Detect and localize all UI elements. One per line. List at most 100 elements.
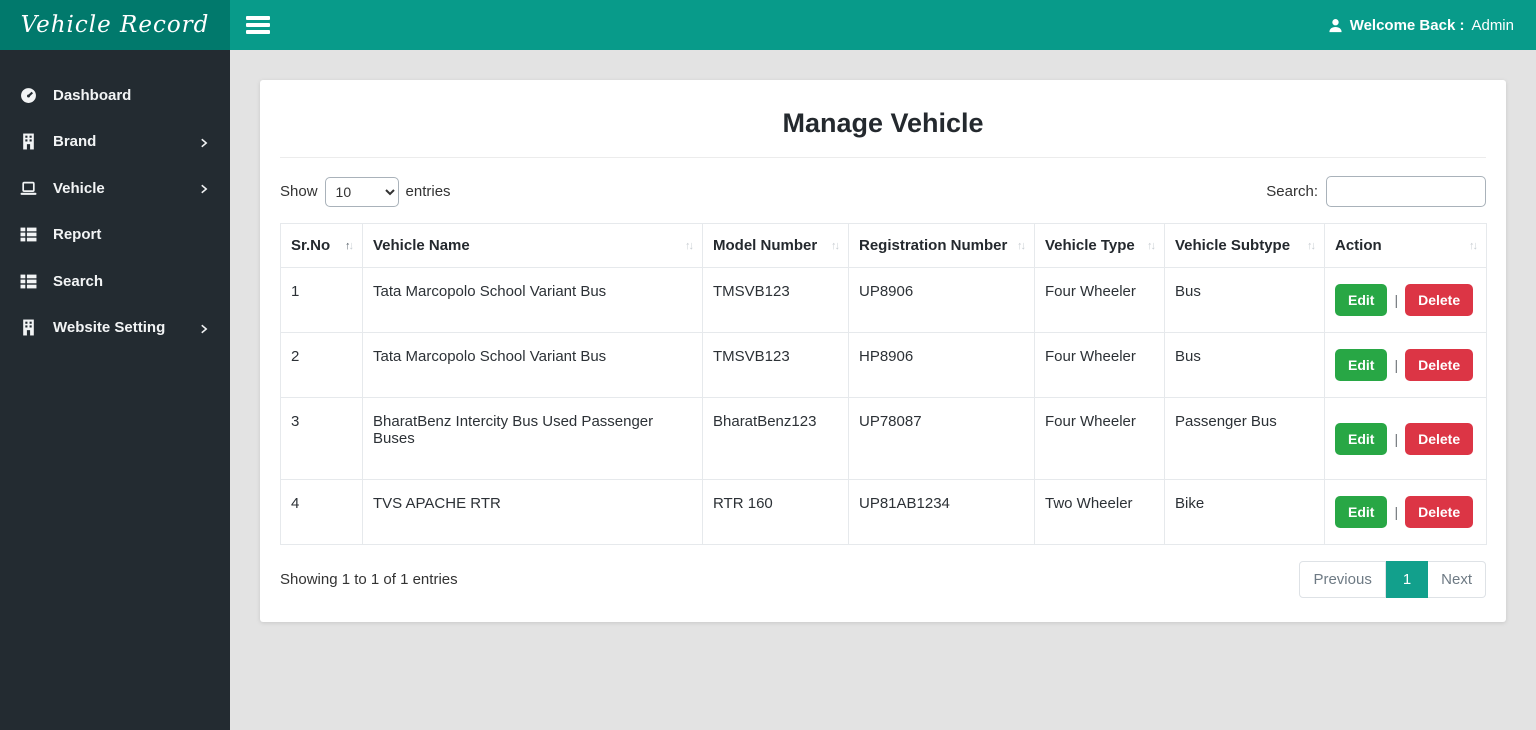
cell-vehicle-type: Four Wheeler — [1034, 397, 1165, 480]
action-separator: | — [1394, 357, 1399, 373]
cell-action: Edit | Delete — [1324, 479, 1487, 545]
table-row: 3 BharatBenz Intercity Bus Used Passenge… — [280, 397, 1487, 480]
cell-srno: 4 — [280, 479, 363, 545]
search-control: Search: — [1266, 176, 1486, 207]
page-length-control: Show 10 entries — [280, 176, 451, 207]
search-input[interactable] — [1326, 176, 1486, 207]
building-icon — [20, 319, 37, 336]
delete-button[interactable]: Delete — [1405, 284, 1474, 316]
cell-vehicle-subtype: Bus — [1164, 332, 1325, 398]
column-header-vehicle-name[interactable]: Vehicle Name ↑↓ — [362, 223, 703, 268]
column-header-model-number[interactable]: Model Number ↑↓ — [702, 223, 849, 268]
cell-vehicle-subtype: Bus — [1164, 267, 1325, 333]
cell-registration-number: HP8906 — [848, 332, 1035, 398]
cell-model-number: BharatBenz123 — [702, 397, 849, 480]
sort-icon: ↑↓ — [345, 239, 354, 252]
column-header-action[interactable]: Action ↑↓ — [1324, 223, 1487, 268]
cell-model-number: TMSVB123 — [702, 332, 849, 398]
table-row: 2 Tata Marcopolo School Variant Bus TMSV… — [280, 332, 1487, 398]
search-label: Search: — [1266, 183, 1318, 200]
table-row: 4 TVS APACHE RTR RTR 160 UP81AB1234 Two … — [280, 479, 1487, 545]
delete-button[interactable]: Delete — [1405, 496, 1474, 528]
app-header: Vehicle Record Welcome Back : Admin — [0, 0, 1536, 50]
action-separator: | — [1394, 292, 1399, 308]
manage-vehicle-card: Manage Vehicle Show 10 entries Search: S — [260, 80, 1506, 622]
edit-button[interactable]: Edit — [1335, 284, 1388, 316]
sort-icon: ↑↓ — [1147, 239, 1156, 252]
edit-button[interactable]: Edit — [1335, 496, 1388, 528]
edit-button[interactable]: Edit — [1335, 349, 1388, 381]
action-separator: | — [1394, 430, 1399, 447]
delete-button[interactable]: Delete — [1405, 422, 1474, 455]
table-header-row: Sr.No ↑↓ Vehicle Name ↑↓ Model Number ↑↓ Re… — [280, 223, 1487, 268]
cell-vehicle-type: Two Wheeler — [1034, 479, 1165, 545]
next-page-button[interactable]: Next — [1428, 561, 1486, 598]
list-icon — [20, 226, 37, 243]
sidebar-item-website-setting[interactable]: Website Setting — [0, 305, 230, 352]
column-header-vehicle-type[interactable]: Vehicle Type ↑↓ — [1034, 223, 1165, 268]
sidebar-item-report[interactable]: Report — [0, 212, 230, 259]
cell-action: Edit | Delete — [1324, 267, 1487, 333]
list-icon — [20, 273, 37, 290]
sort-icon: ↑↓ — [685, 239, 694, 252]
hamburger-icon — [246, 16, 270, 20]
sort-icon: ↑↓ — [1307, 239, 1316, 252]
chevron-right-icon — [198, 322, 210, 334]
column-header-vehicle-subtype[interactable]: Vehicle Subtype ↑↓ — [1164, 223, 1325, 268]
cell-srno: 1 — [280, 267, 363, 333]
action-separator: | — [1394, 504, 1399, 520]
cell-srno: 2 — [280, 332, 363, 398]
cell-model-number: RTR 160 — [702, 479, 849, 545]
cell-vehicle-subtype: Passenger Bus — [1164, 397, 1325, 480]
dashboard-icon — [20, 87, 37, 104]
menu-toggle-button[interactable] — [246, 13, 272, 38]
cell-vehicle-subtype: Bike — [1164, 479, 1325, 545]
cell-vehicle-name: BharatBenz Intercity Bus Used Passenger … — [362, 397, 703, 480]
sidebar-item-vehicle[interactable]: Vehicle — [0, 165, 230, 212]
column-header-registration-number[interactable]: Registration Number ↑↓ — [848, 223, 1035, 268]
cell-srno: 3 — [280, 397, 363, 480]
previous-page-button[interactable]: Previous — [1299, 561, 1386, 598]
welcome-username: Admin — [1471, 16, 1514, 34]
column-header-srno[interactable]: Sr.No ↑↓ — [280, 223, 363, 268]
sidebar: Dashboard Brand Vehicle Report Search We… — [0, 50, 230, 730]
cell-registration-number: UP8906 — [848, 267, 1035, 333]
user-icon — [1329, 18, 1342, 32]
page-number-button[interactable]: 1 — [1385, 561, 1429, 598]
show-label: Show — [280, 183, 318, 200]
entries-label: entries — [405, 183, 451, 200]
cell-registration-number: UP81AB1234 — [848, 479, 1035, 545]
table-row: 1 Tata Marcopolo School Variant Bus TMSV… — [280, 267, 1487, 333]
page-length-select[interactable]: 10 — [324, 176, 399, 207]
cell-action: Edit | Delete — [1324, 397, 1487, 480]
table-controls: Show 10 entries Search: — [280, 176, 1486, 207]
sidebar-item-dashboard[interactable]: Dashboard — [0, 72, 230, 119]
brand-logo[interactable]: Vehicle Record — [21, 12, 210, 38]
cell-action: Edit | Delete — [1324, 332, 1487, 398]
chevron-right-icon — [198, 182, 210, 194]
building-icon — [20, 133, 37, 150]
vehicle-table: Sr.No ↑↓ Vehicle Name ↑↓ Model Number ↑↓ Re… — [280, 223, 1487, 545]
sort-icon: ↑↓ — [1017, 239, 1026, 252]
cell-vehicle-name: Tata Marcopolo School Variant Bus — [362, 267, 703, 333]
welcome-text: Welcome Back : Admin — [1328, 17, 1514, 34]
main-content: Manage Vehicle Show 10 entries Search: S — [230, 50, 1536, 730]
cell-registration-number: UP78087 — [848, 397, 1035, 480]
top-navbar: Welcome Back : Admin — [230, 0, 1536, 50]
divider — [280, 157, 1486, 158]
brand-area: Vehicle Record — [0, 0, 230, 50]
cell-vehicle-name: Tata Marcopolo School Variant Bus — [362, 332, 703, 398]
edit-button[interactable]: Edit — [1335, 422, 1388, 455]
cell-vehicle-type: Four Wheeler — [1034, 332, 1165, 398]
sort-icon: ↑↓ — [831, 239, 840, 252]
sidebar-item-search[interactable]: Search — [0, 258, 230, 305]
cell-model-number: TMSVB123 — [702, 267, 849, 333]
welcome-label: Welcome Back : — [1349, 16, 1465, 34]
delete-button[interactable]: Delete — [1405, 349, 1474, 381]
sidebar-item-brand[interactable]: Brand — [0, 119, 230, 166]
laptop-icon — [20, 180, 37, 197]
cell-vehicle-name: TVS APACHE RTR — [362, 479, 703, 545]
table-footer: Showing 1 to 1 of 1 entries Previous 1 N… — [280, 561, 1486, 598]
cell-vehicle-type: Four Wheeler — [1034, 267, 1165, 333]
sort-icon: ↑↓ — [1469, 239, 1478, 252]
